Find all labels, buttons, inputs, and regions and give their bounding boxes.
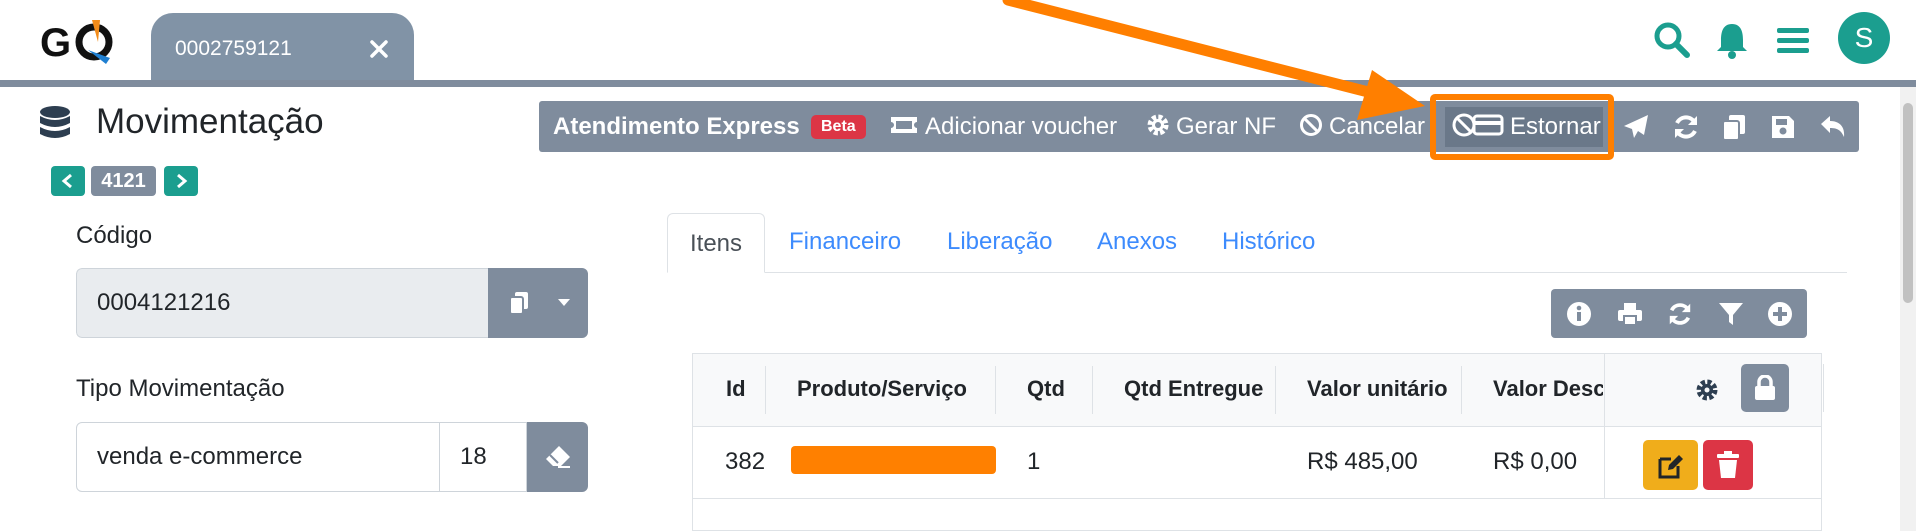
ban-icon (1300, 113, 1322, 136)
send-icon[interactable] (1622, 113, 1650, 141)
filter-icon[interactable] (1718, 301, 1744, 327)
tabs-divider (667, 272, 1847, 273)
codigo-copy-dropdown-button[interactable] (488, 268, 588, 338)
bell-icon[interactable] (1714, 20, 1750, 60)
tab-itens[interactable]: Itens (667, 213, 765, 273)
copy-icon (508, 290, 530, 316)
column-divider (1275, 366, 1276, 414)
action-toolbar: Atendimento Express Beta Adicionar vouch… (539, 101, 1859, 152)
menu-icon[interactable] (1775, 20, 1811, 60)
column-header-produto[interactable]: Produto/Serviço (797, 376, 967, 402)
column-header-valor-desc[interactable]: Valor Desc (1493, 376, 1603, 402)
tab-anexos[interactable]: Anexos (1097, 228, 1177, 256)
previous-record-button[interactable] (51, 166, 85, 196)
avatar[interactable]: S (1838, 12, 1890, 64)
tab-liberacao[interactable]: Liberação (947, 228, 1052, 256)
column-divider (765, 366, 766, 414)
record-tab-label: 0002759121 (175, 37, 292, 60)
column-divider (1823, 364, 1824, 412)
gear-icon[interactable] (1695, 378, 1719, 402)
avatar-letter: S (1854, 22, 1874, 53)
cell-valor-unitario: R$ 485,00 (1307, 448, 1418, 475)
record-tab[interactable]: 0002759121 (151, 13, 414, 80)
table-header: Id Produto/Serviço Qtd Qtd Entregue Valo… (693, 354, 1824, 427)
column-header-qtd-entregue[interactable]: Qtd Entregue (1124, 376, 1263, 402)
gerar-nf-label: Gerar NF (1176, 113, 1277, 140)
trash-icon (1716, 451, 1740, 479)
tipo-movimentacao-label: Tipo Movimentação (76, 375, 285, 402)
column-header-valor-unitario[interactable]: Valor unitário (1307, 376, 1448, 402)
refresh-icon[interactable] (1667, 301, 1693, 327)
column-header-id[interactable]: Id (726, 376, 746, 402)
edit-button[interactable] (1643, 440, 1698, 490)
copy-icon[interactable] (1721, 113, 1747, 141)
column-divider (1092, 366, 1093, 414)
codigo-field[interactable]: 0004121216 (76, 268, 488, 338)
highlight-box (1430, 94, 1614, 160)
page-title: Movimentação (96, 102, 324, 141)
lock-button[interactable] (1741, 364, 1789, 412)
codigo-label: Código (76, 222, 153, 249)
next-record-button[interactable] (164, 166, 198, 196)
save-icon[interactable] (1770, 113, 1796, 141)
valor-desc-header-clip: Valor Desc (1489, 354, 1603, 426)
actions-column-divider (1604, 354, 1605, 498)
page-scrollbar[interactable] (1900, 87, 1916, 531)
column-divider (995, 366, 996, 414)
search-icon[interactable] (1652, 20, 1692, 60)
tab-historico[interactable]: Histórico (1222, 228, 1315, 256)
tipo-movimentacao-field-group: venda e-commerce 18 (76, 422, 588, 492)
edit-icon (1657, 452, 1685, 480)
add-icon[interactable] (1767, 301, 1793, 327)
cell-id: 382 (725, 448, 766, 475)
cancelar-button[interactable]: Cancelar (1299, 101, 1425, 152)
codigo-field-group: 0004121216 (76, 268, 588, 338)
table-row[interactable]: 382 1 R$ 485,00 R$ 0,00 (693, 426, 1821, 499)
cell-qtd: 1 (1027, 448, 1041, 475)
database-icon (35, 104, 75, 144)
scrollbar-thumb[interactable] (1903, 103, 1913, 303)
tipo-movimentacao-code[interactable]: 18 (439, 422, 527, 492)
info-icon[interactable] (1566, 301, 1592, 327)
gerar-nf-button[interactable]: Gerar NF (1146, 101, 1276, 152)
grid-toolbar (1551, 289, 1807, 338)
redacted-product-name (791, 446, 996, 474)
clear-button[interactable] (527, 422, 588, 492)
gear-icon (1147, 114, 1169, 136)
items-table: Id Produto/Serviço Qtd Qtd Entregue Valo… (692, 353, 1824, 531)
cancelar-label: Cancelar (1329, 113, 1426, 140)
refresh-icon[interactable] (1672, 113, 1700, 141)
record-number-badge: 4121 (91, 166, 156, 196)
ticket-icon (891, 116, 917, 133)
lock-icon (1754, 375, 1776, 401)
caret-down-icon (558, 299, 570, 307)
beta-badge: Beta (811, 115, 866, 139)
delete-button[interactable] (1703, 440, 1753, 490)
undo-icon[interactable] (1819, 113, 1847, 141)
adicionar-voucher-label: Adicionar voucher (925, 113, 1118, 140)
tab-financeiro[interactable]: Financeiro (789, 228, 901, 256)
svg-text:G: G (40, 21, 71, 65)
print-icon[interactable] (1617, 301, 1643, 327)
app-logo[interactable]: G (40, 16, 120, 66)
cell-valor-desc: R$ 0,00 (1493, 448, 1578, 475)
eraser-icon (544, 444, 572, 470)
atendimento-express-button[interactable]: Atendimento Express (553, 101, 800, 152)
column-header-qtd[interactable]: Qtd (1027, 376, 1065, 402)
column-divider (1461, 366, 1462, 414)
top-bar-divider (0, 80, 1916, 87)
close-icon[interactable] (370, 40, 388, 58)
tipo-movimentacao-field[interactable]: venda e-commerce (76, 422, 440, 492)
adicionar-voucher-button[interactable]: Adicionar voucher (889, 101, 1117, 152)
